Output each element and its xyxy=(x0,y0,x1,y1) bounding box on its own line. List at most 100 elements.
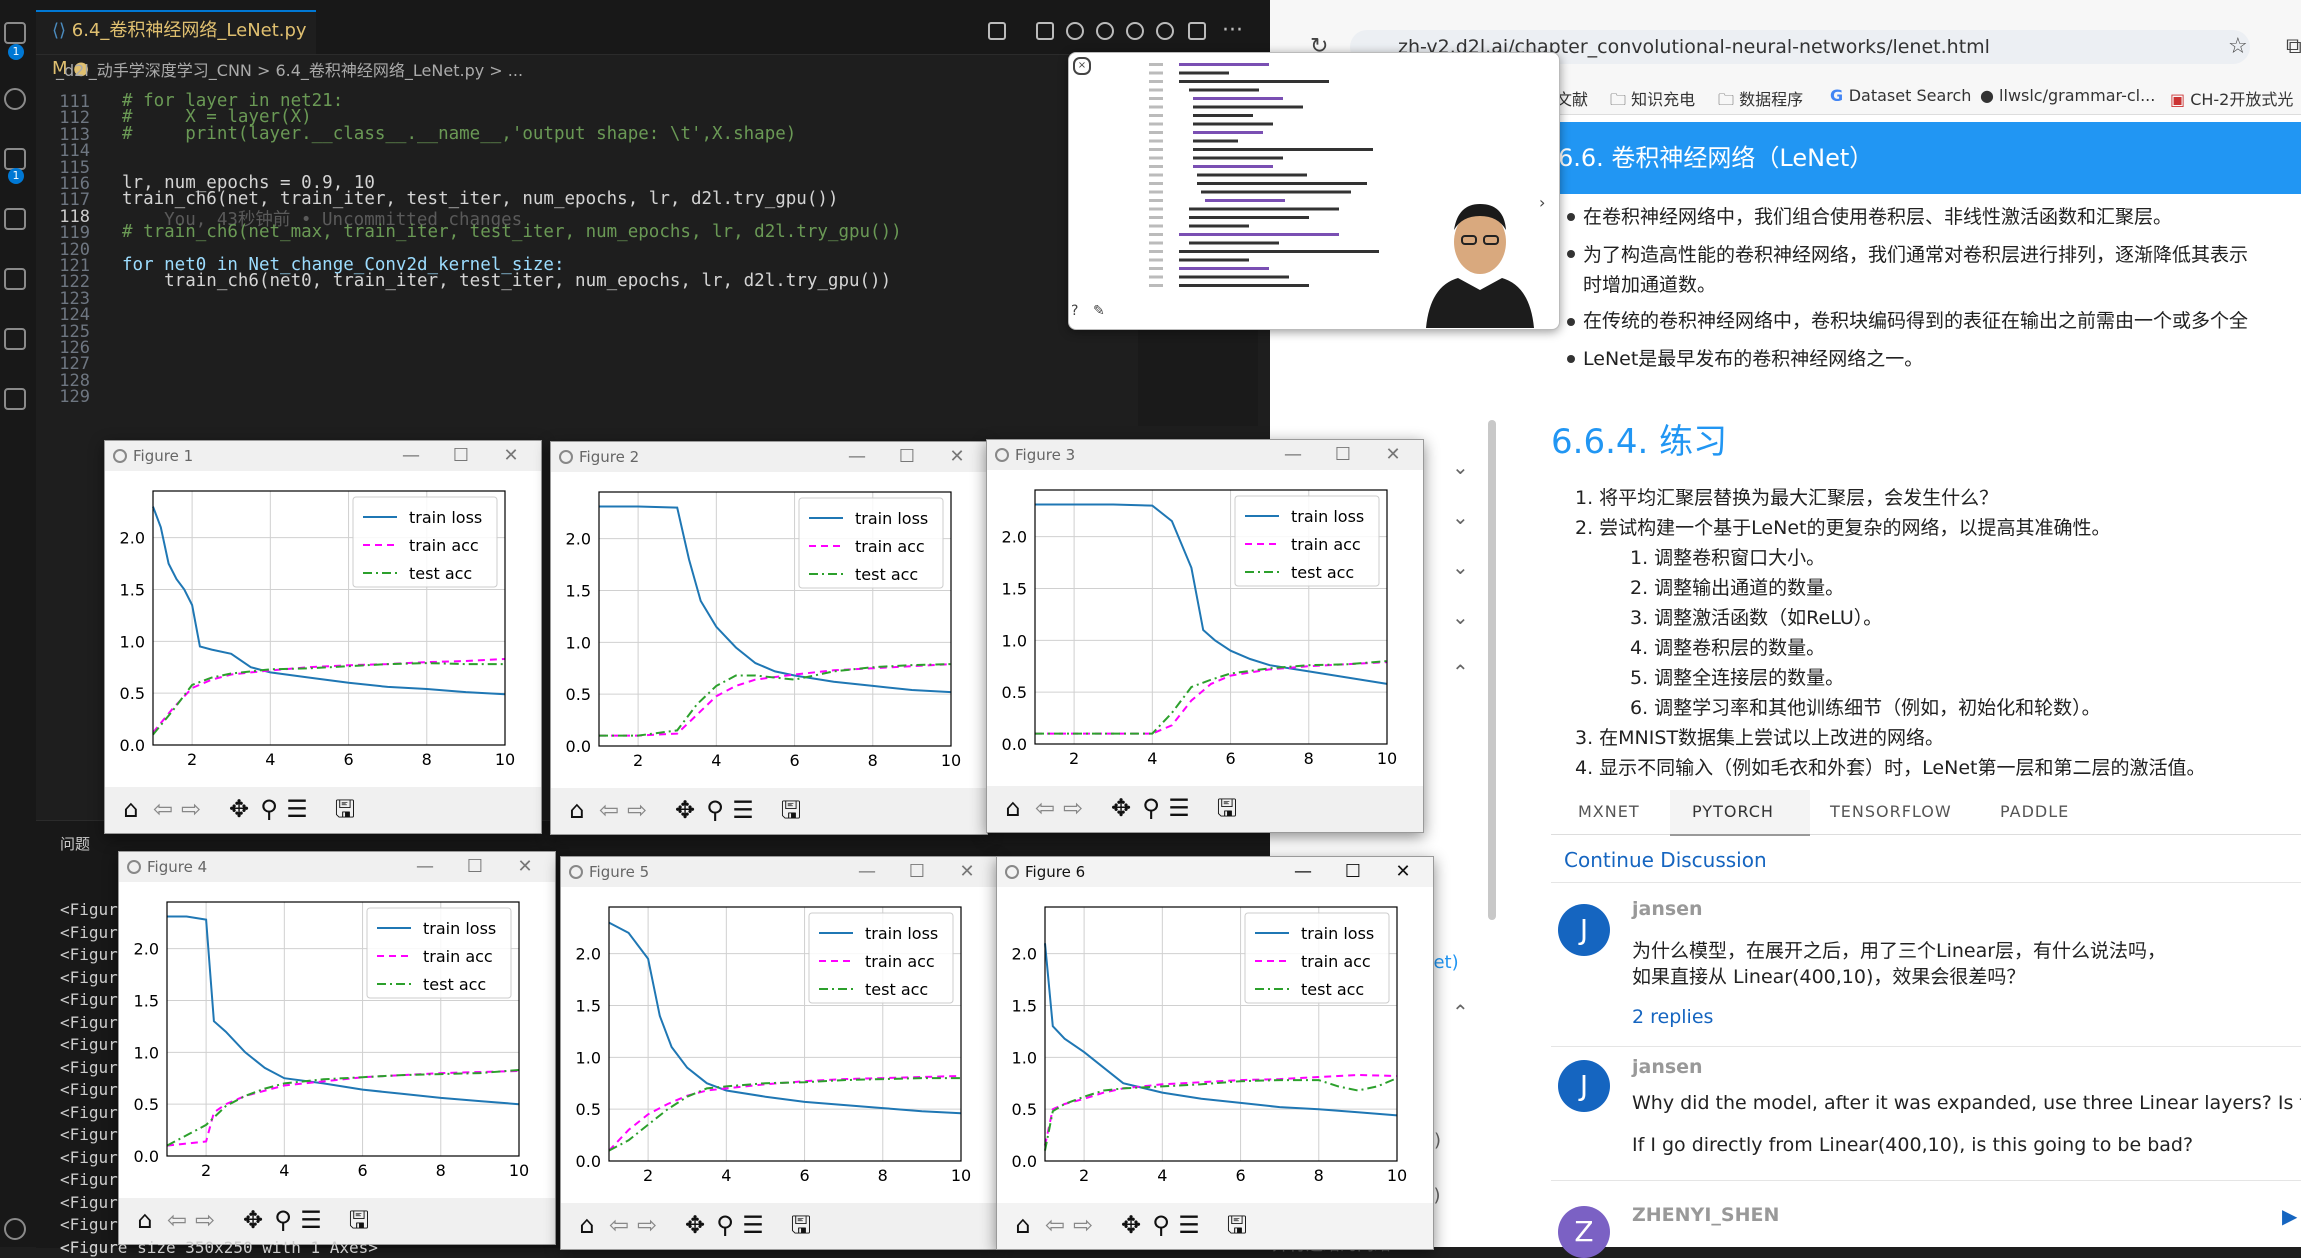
code-line[interactable]: # train_ch6(net_max, train_iter, test_it… xyxy=(122,222,902,242)
figure-titlebar[interactable]: Figure 5 — ☐ ✕ xyxy=(561,857,997,887)
tab-pytorch[interactable]: PYTORCH xyxy=(1692,802,1774,821)
close-icon[interactable]: × xyxy=(1073,57,1091,75)
code-line[interactable]: train_ch6(net0, train_iter, test_iter, n… xyxy=(122,271,891,291)
plot-canvas[interactable]: 2 4 6 8 10 0.0 0.5 1.0 1.5 2.0 train loss train acc… xyxy=(119,882,555,1198)
plot-canvas[interactable]: 2 4 6 8 10 0.0 0.5 1.0 1.5 2.0 train loss train acc… xyxy=(105,471,541,787)
minimize-icon[interactable]: — xyxy=(399,444,423,468)
code-line[interactable]: # print(layer.__class__.__name__,'output… xyxy=(122,124,796,144)
maximize-icon[interactable]: ☐ xyxy=(449,444,473,468)
maximize-icon[interactable]: ☐ xyxy=(905,860,929,884)
zoom-icon[interactable]: ⚲ xyxy=(711,1211,739,1239)
plot-canvas[interactable]: 2 4 6 8 10 0.0 0.5 1.0 1.5 2.0 train loss train acc… xyxy=(997,887,1433,1203)
back-arrow-icon[interactable]: ⇦ xyxy=(149,795,177,823)
configure-subplots-icon[interactable]: ☰ xyxy=(283,795,311,823)
maximize-icon[interactable]: ☐ xyxy=(1341,860,1365,884)
avatar[interactable]: Z xyxy=(1558,1206,1610,1258)
forward-arrow-icon[interactable]: ⇨ xyxy=(1069,1211,1097,1239)
avatar[interactable]: J xyxy=(1558,1060,1610,1112)
testing-icon[interactable] xyxy=(4,388,26,410)
run-debug-icon[interactable] xyxy=(4,208,26,230)
comment-username[interactable]: ZHENYI_SHEN xyxy=(1632,1204,1779,1226)
back-arrow-icon[interactable]: ⇦ xyxy=(1041,1211,1069,1239)
forward-arrow-icon[interactable]: ⇨ xyxy=(623,796,651,824)
figure-window[interactable]: Figure 1 — ☐ ✕ 2 4 6 8 10 0.0 0.5 1.0 1.5 2.0 train lo… xyxy=(104,440,542,834)
configure-subplots-icon[interactable]: ☰ xyxy=(1165,794,1193,822)
tab-tensorflow[interactable]: TENSORFLOW xyxy=(1830,802,1952,821)
bookmark-item[interactable]: 文献 xyxy=(1556,86,1588,110)
home-icon[interactable]: ⌂ xyxy=(117,795,145,823)
forward-arrow-icon[interactable]: ⇨ xyxy=(1059,794,1087,822)
figure-titlebar[interactable]: Figure 4 — ☐ ✕ xyxy=(119,852,555,882)
help-icon[interactable]: ? xyxy=(1071,303,1078,319)
forward-arrow-icon[interactable]: ⇨ xyxy=(633,1211,661,1239)
go-forward-icon[interactable] xyxy=(1126,22,1144,40)
pan-icon[interactable]: ✥ xyxy=(1117,1211,1145,1239)
minimize-icon[interactable]: — xyxy=(1291,860,1315,884)
search-icon[interactable] xyxy=(4,88,26,110)
home-icon[interactable]: ⌂ xyxy=(563,796,591,824)
configure-subplots-icon[interactable]: ☰ xyxy=(729,796,757,824)
continue-discussion-link[interactable]: Continue Discussion xyxy=(1564,848,1767,872)
back-arrow-icon[interactable]: ⇦ xyxy=(595,796,623,824)
maximize-icon[interactable]: ☐ xyxy=(1331,443,1355,467)
bookmark-item[interactable]: ▣ CH-2开放式光 xyxy=(2170,86,2293,110)
home-icon[interactable]: ⌂ xyxy=(573,1211,601,1239)
back-arrow-icon[interactable]: ⇦ xyxy=(605,1211,633,1239)
chevron-down-icon[interactable]: ⌄ xyxy=(1452,455,1469,479)
chevron-down-icon[interactable]: ⌄ xyxy=(1452,605,1469,629)
split-editor-icon[interactable] xyxy=(1188,22,1206,40)
pan-icon[interactable]: ✥ xyxy=(681,1211,709,1239)
zoom-icon[interactable]: ⚲ xyxy=(1137,794,1165,822)
git-compare-icon[interactable] xyxy=(1036,22,1054,40)
back-arrow-icon[interactable]: ⇦ xyxy=(1031,794,1059,822)
plot-canvas[interactable]: 2 4 6 8 10 0.0 0.5 1.0 1.5 2.0 train loss train acc… xyxy=(987,470,1423,786)
bookmark-item[interactable]: 🗀 数据程序 xyxy=(1718,86,1803,116)
forward-arrow-icon[interactable]: ⇨ xyxy=(177,795,205,823)
home-icon[interactable]: ⌂ xyxy=(131,1206,159,1234)
forward-arrow-icon[interactable]: ⇨ xyxy=(191,1206,219,1234)
save-icon[interactable]: 🖫 xyxy=(787,1211,815,1239)
figure-window[interactable]: Figure 2 — ☐ ✕ 2 4 6 8 10 0.0 0.5 1.0 1.5 2.0 train lo… xyxy=(550,441,988,835)
close-icon[interactable]: ✕ xyxy=(945,445,969,469)
timeline-back-icon[interactable] xyxy=(1066,22,1084,40)
tab-mxnet[interactable]: MXNET xyxy=(1578,802,1640,821)
source-control-icon[interactable] xyxy=(4,148,26,170)
minimize-icon[interactable]: — xyxy=(1281,443,1305,467)
figure-titlebar[interactable]: Figure 6 — ☐ ✕ xyxy=(997,857,1433,887)
bookmark-star-icon[interactable]: ☆ xyxy=(2228,34,2248,59)
close-icon[interactable]: ✕ xyxy=(955,860,979,884)
more-actions-icon[interactable]: ··· xyxy=(1222,18,1243,43)
minimize-icon[interactable]: — xyxy=(855,860,879,884)
plot-canvas[interactable]: 2 4 6 8 10 0.0 0.5 1.0 1.5 2.0 train loss train acc… xyxy=(551,472,987,788)
copilot-icon[interactable] xyxy=(1156,22,1174,40)
account-icon[interactable] xyxy=(4,1218,26,1240)
sidebar-scrollbar[interactable] xyxy=(1488,420,1496,920)
save-icon[interactable]: 🖫 xyxy=(1213,794,1241,822)
maximize-icon[interactable]: ☐ xyxy=(463,855,487,879)
chevron-down-icon[interactable]: ⌄ xyxy=(1452,505,1469,529)
close-icon[interactable]: ✕ xyxy=(1391,860,1415,884)
chevron-up-icon[interactable]: ⌃ xyxy=(1452,1000,1469,1024)
pan-icon[interactable]: ✥ xyxy=(671,796,699,824)
back-arrow-icon[interactable]: ⇦ xyxy=(163,1206,191,1234)
zoom-icon[interactable]: ⚲ xyxy=(255,795,283,823)
remote-explorer-icon[interactable] xyxy=(4,268,26,290)
extensions-puzzle-icon[interactable]: ⧉ xyxy=(2286,34,2301,59)
extensions-icon[interactable] xyxy=(4,328,26,350)
close-icon[interactable]: ✕ xyxy=(499,444,523,468)
figure-window[interactable]: Figure 4 — ☐ ✕ 2 4 6 8 10 0.0 0.5 1.0 1.5 2.0 train lo… xyxy=(118,851,556,1245)
home-icon[interactable]: ⌂ xyxy=(999,794,1027,822)
figure-window[interactable]: Figure 3 — ☐ ✕ 2 4 6 8 10 0.0 0.5 1.0 1.5 2.0 train lo… xyxy=(986,439,1424,833)
home-icon[interactable]: ⌂ xyxy=(1009,1211,1037,1239)
figure-window[interactable]: Figure 6 — ☐ ✕ 2 4 6 8 10 0.0 0.5 1.0 1.5 2.0 train lo… xyxy=(996,856,1434,1250)
figure-window[interactable]: Figure 5 — ☐ ✕ 2 4 6 8 10 0.0 0.5 1.0 1.5 2.0 train lo… xyxy=(560,856,998,1250)
edit-icon[interactable]: ✎ xyxy=(1093,303,1105,319)
save-icon[interactable]: 🖫 xyxy=(345,1206,373,1234)
pan-icon[interactable]: ✥ xyxy=(239,1206,267,1234)
save-icon[interactable]: 🖫 xyxy=(777,796,805,824)
figure-titlebar[interactable]: Figure 3 — ☐ ✕ xyxy=(987,440,1423,470)
bookmark-item[interactable]: G Dataset Search xyxy=(1830,86,1971,105)
avatar[interactable]: J xyxy=(1558,904,1610,956)
editor-tab-lenet[interactable]: ⟨⟩ 6.4_卷积神经网络_LeNet.py M ● xyxy=(36,10,316,79)
panel-title-problems[interactable]: 问题 xyxy=(60,833,90,854)
